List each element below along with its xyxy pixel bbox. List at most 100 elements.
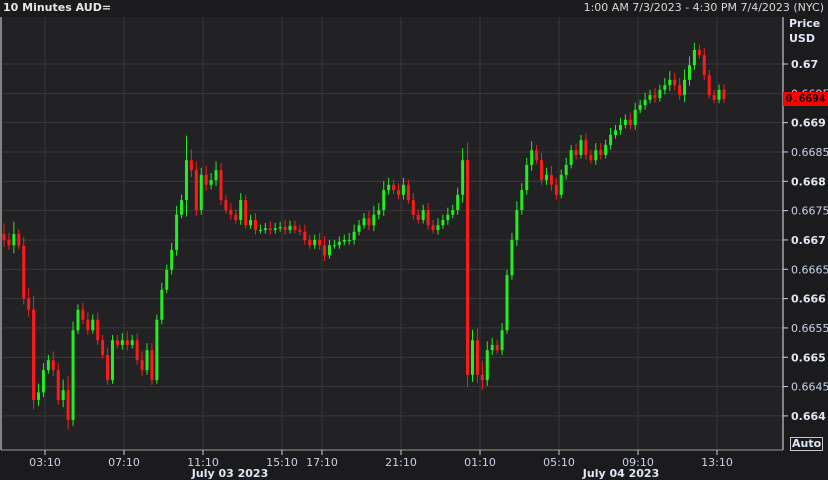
- candle-body: [490, 344, 494, 351]
- candle-body: [86, 319, 90, 331]
- candle-body: [702, 55, 706, 76]
- candle: [110, 334, 114, 384]
- candle-body: [357, 225, 361, 232]
- currency-axis-label: USD: [789, 32, 815, 45]
- candle-body: [485, 350, 489, 381]
- candle-body: [466, 160, 470, 375]
- candle-body: [209, 180, 213, 185]
- candle-body: [347, 239, 351, 241]
- candle: [466, 142, 470, 387]
- candle-body: [544, 174, 548, 181]
- time-tick-label: 01:10: [464, 456, 496, 469]
- candle-body: [219, 170, 223, 201]
- candle: [155, 314, 159, 384]
- candle-body: [618, 124, 622, 131]
- candle-body: [145, 350, 149, 371]
- candle-body: [298, 229, 302, 232]
- candle-body: [239, 200, 243, 221]
- candle-body: [663, 85, 667, 90]
- candlestick-chart[interactable]: 0.670.66950.6690.66850.6680.66750.6670.6…: [0, 0, 828, 480]
- candle-body: [170, 249, 174, 270]
- candle-body: [436, 225, 440, 230]
- candle-body: [46, 360, 50, 371]
- candle-body: [303, 231, 307, 240]
- candle-body: [362, 218, 366, 226]
- candle-body: [623, 119, 627, 125]
- candle: [32, 295, 36, 410]
- candle-body: [569, 150, 573, 165]
- price-tick-label: 0.668: [791, 175, 826, 188]
- candle-body: [278, 227, 282, 229]
- candle-body: [175, 214, 179, 250]
- candle-body: [648, 95, 652, 100]
- auto-scale-button[interactable]: Auto: [790, 437, 824, 451]
- price-tick-label: 0.669: [791, 117, 826, 130]
- candle-body: [37, 392, 41, 401]
- candle-body: [81, 309, 85, 320]
- candle-body: [658, 89, 662, 99]
- candle-body: [377, 210, 381, 215]
- candle-body: [470, 340, 474, 375]
- candle-body: [609, 134, 613, 145]
- candle-body: [160, 289, 164, 320]
- candle-body: [352, 231, 356, 240]
- candle-body: [549, 174, 553, 185]
- candle-body: [244, 200, 248, 226]
- candle-body: [441, 220, 445, 226]
- price-tick-label: 0.666: [791, 293, 826, 306]
- candle-body: [643, 99, 647, 106]
- candle-body: [633, 109, 637, 125]
- candle-body: [431, 225, 435, 230]
- candle-body: [249, 220, 253, 226]
- candle-body: [584, 140, 588, 155]
- candle-body: [194, 170, 198, 211]
- candle-body: [263, 228, 267, 230]
- candle-body: [426, 210, 430, 226]
- candle-body: [480, 374, 484, 381]
- candle-body: [27, 298, 31, 310]
- candle-body: [505, 275, 509, 331]
- time-tick-label: 05:10: [543, 456, 575, 469]
- candle-body: [56, 370, 60, 401]
- candle: [71, 321, 75, 426]
- candle-body: [140, 360, 144, 371]
- date-label: July 03 2023: [191, 467, 269, 480]
- price-tick-label: 0.67: [791, 58, 818, 71]
- candle-body: [668, 79, 672, 86]
- plot-area[interactable]: [1, 17, 783, 450]
- candle-body: [451, 210, 455, 215]
- price-tick-label: 0.664: [791, 410, 826, 423]
- price-tick-label: 0.6645: [791, 381, 828, 394]
- candle-body: [234, 214, 238, 221]
- time-tick-label: 15:10: [266, 456, 298, 469]
- candle-body: [406, 184, 410, 201]
- candle-body: [559, 174, 563, 195]
- candle: [505, 269, 509, 334]
- price-tick-label: 0.6685: [791, 146, 828, 159]
- candle-body: [712, 95, 716, 100]
- candle-body: [51, 360, 55, 371]
- candle-body: [722, 89, 726, 100]
- candle-body: [32, 309, 36, 401]
- candle-body: [41, 370, 45, 393]
- price-tick-label: 0.6675: [791, 205, 828, 218]
- candle-body: [318, 239, 322, 246]
- candle-body: [130, 340, 134, 345]
- candle-body: [224, 200, 228, 211]
- price-axis: 0.670.66950.6690.66850.6680.66750.6670.6…: [783, 58, 828, 423]
- candle-body: [66, 390, 70, 421]
- candle-body: [120, 340, 124, 345]
- candle-body: [327, 245, 331, 256]
- candle-body: [229, 210, 233, 215]
- time-tick-label: 07:10: [108, 456, 140, 469]
- candle-body: [599, 150, 603, 155]
- candle-body: [535, 150, 539, 161]
- candle-body: [91, 319, 95, 331]
- candle-body: [421, 210, 425, 221]
- time-tick-label: 17:10: [306, 456, 338, 469]
- candle-body: [268, 228, 272, 230]
- time-tick-label: 13:10: [701, 456, 733, 469]
- candle-body: [579, 140, 583, 155]
- price-tick-label: 0.6665: [791, 263, 828, 276]
- candle-body: [71, 330, 75, 421]
